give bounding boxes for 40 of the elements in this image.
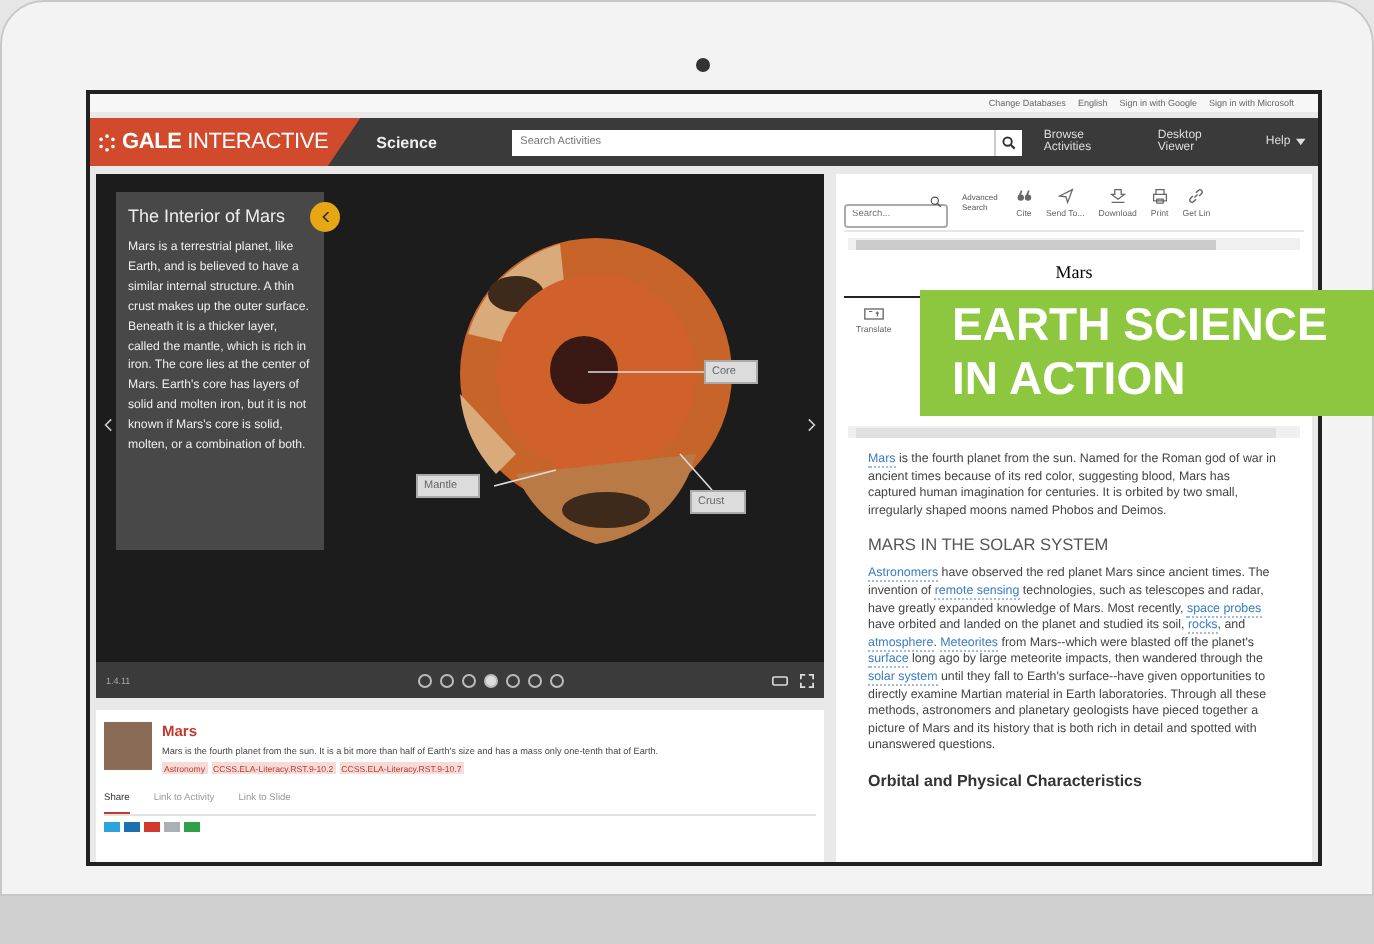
search-icon [1002,135,1017,149]
leader-line [493,469,557,487]
leader-line [587,371,705,373]
slide-dot[interactable] [462,673,476,687]
scrollbar[interactable] [848,238,1300,250]
camera-icon [696,58,710,72]
fullscreen-icon[interactable] [800,673,814,687]
collapse-button[interactable] [310,202,340,232]
logo-text: GALE INTERACTIVE [122,130,329,154]
translate-icon [863,308,884,320]
previous-icon[interactable] [104,418,112,432]
logo[interactable]: GALE INTERACTIVE [90,118,361,166]
banner-headline: EARTH SCIENCE [952,298,1328,352]
slide-dot[interactable] [440,673,454,687]
chevron-left-icon [321,212,329,222]
download-icon [1109,187,1126,203]
dots-ring-icon [98,133,116,151]
widescreen-icon[interactable] [772,675,788,685]
link-icon [1188,187,1205,203]
next-icon[interactable] [808,418,816,432]
section-heading: MARS IN THE SOLAR SYSTEM [868,534,1111,555]
slide-dot[interactable] [506,673,520,687]
section-subheading: Orbital and Physical Characteristics [868,771,1144,790]
leader-line [679,453,713,491]
paper-plane-icon [1057,187,1074,203]
slide-dot[interactable] [484,673,498,687]
search-button[interactable] [994,129,1022,155]
slide-dot[interactable] [418,673,432,687]
slide-dot[interactable] [550,673,564,687]
photo-placeholder [104,722,152,770]
article-title: Mars [1053,262,1095,282]
caret-icon [1296,138,1306,146]
scrollbar[interactable] [848,426,1300,438]
slide-dot[interactable] [528,673,542,687]
section-title: Science [376,133,439,151]
banner-headline: IN ACTION [952,352,1186,406]
search-icon[interactable] [930,196,942,208]
quote-icon [1016,187,1032,203]
slide-title: The Interior of Mars [128,206,288,226]
printer-icon [1151,187,1168,203]
